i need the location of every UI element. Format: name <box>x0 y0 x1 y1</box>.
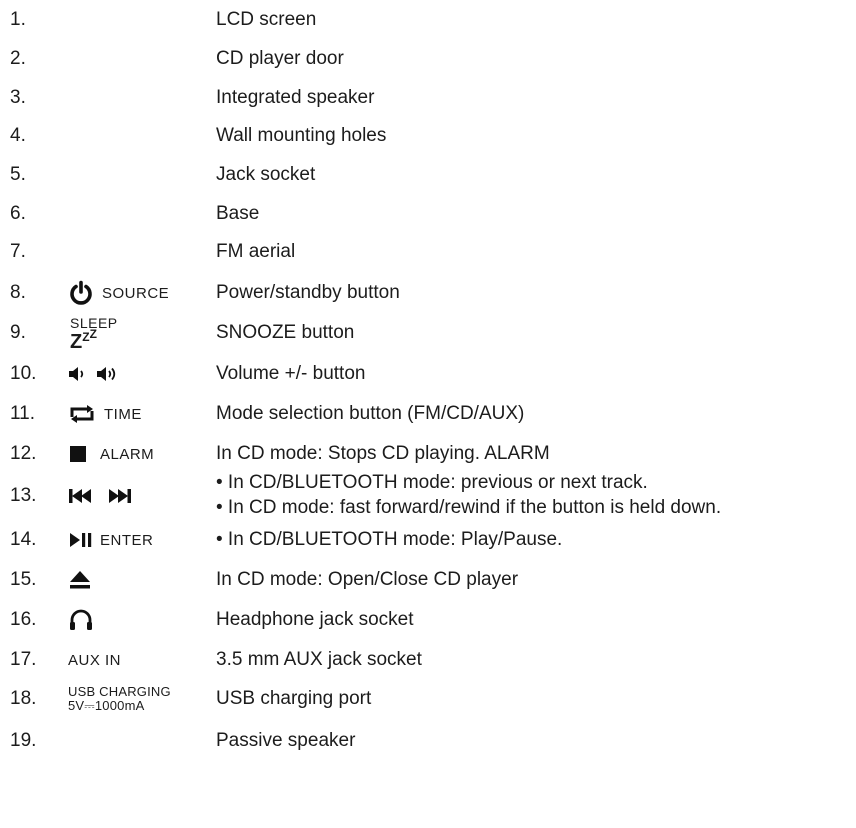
sleep-symbol: SLEEP ZZZ <box>68 313 158 353</box>
next-track-icon <box>109 489 131 503</box>
item-number: 9. <box>10 322 26 343</box>
list-item: 11. TIME Mode selection button (FM/CD/AU… <box>0 394 856 434</box>
zzz-icon: ZZZ <box>70 327 97 353</box>
item-number: 3. <box>10 87 26 108</box>
alarm-label: ALARM <box>100 445 155 463</box>
item-number: 12. <box>10 443 37 464</box>
list-item: 9. SLEEP ZZZ SNOOZE button <box>0 313 856 353</box>
item-description: USB charging port <box>216 688 372 709</box>
list-item: 17. AUX IN 3.5 mm AUX jack socket <box>0 640 856 680</box>
list-item: 14. ENTER • In CD/BLUETOOTH mode: Play/P… <box>0 520 856 560</box>
power-source-symbol: SOURCE <box>68 273 169 313</box>
item-description: 3.5 mm AUX jack socket <box>216 649 422 670</box>
item-number: 4. <box>10 125 26 146</box>
list-item: 2. CD player door <box>0 39 856 79</box>
eject-symbol <box>68 560 92 600</box>
item-description: Base <box>216 203 260 224</box>
list-item: 5. Jack socket <box>0 155 856 195</box>
list-item: 7. FM aerial <box>0 232 856 272</box>
skip-symbols <box>68 476 132 516</box>
item-number: 16. <box>10 609 37 630</box>
list-item: 10. Volume +/- button <box>0 354 856 394</box>
stop-icon <box>70 446 86 462</box>
item-number: 1. <box>10 9 26 30</box>
source-label: SOURCE <box>102 284 170 302</box>
item-number: 14. <box>10 529 37 550</box>
item-description: SNOOZE button <box>216 322 355 343</box>
item-number: 6. <box>10 203 26 224</box>
list-item: 6. Base <box>0 194 856 234</box>
eject-icon <box>70 571 90 589</box>
item-number: 11. <box>10 403 36 424</box>
play-enter-symbol: ENTER <box>68 520 153 560</box>
power-icon <box>70 280 92 305</box>
item-description: Integrated speaker <box>216 87 375 108</box>
list-item: 16. Headphone jack socket <box>0 600 856 640</box>
list-item: 3. Integrated speaker <box>0 78 856 118</box>
item-description: Mode selection button (FM/CD/AUX) <box>216 403 525 424</box>
item-description: In CD mode: Stops CD playing. ALARM <box>216 443 550 464</box>
list-item: 8. SOURCE Power/standby button <box>0 273 856 313</box>
play-pause-icon <box>70 533 92 547</box>
item-description: Passive speaker <box>216 730 356 751</box>
previous-track-icon <box>69 489 91 503</box>
item-number: 19. <box>10 730 37 751</box>
item-description: • In CD/BLUETOOTH mode: previous or next… <box>216 472 722 518</box>
list-item: 18. USB CHARGING 5V⎓1000mA USB charging … <box>0 679 856 719</box>
item-description: Wall mounting holes <box>216 125 387 146</box>
item-number: 17. <box>10 649 37 670</box>
item-description: LCD screen <box>216 9 317 30</box>
usb-charging-symbol: USB CHARGING 5V⎓1000mA <box>68 679 171 719</box>
item-number: 5. <box>10 164 26 185</box>
mode-time-symbol: TIME <box>68 394 142 434</box>
volume-symbols <box>68 354 124 394</box>
headphone-icon <box>70 609 92 630</box>
aux-in-label: AUX IN <box>68 651 122 669</box>
list-item: 19. Passive speaker <box>0 721 856 761</box>
volume-up-icon <box>97 367 116 381</box>
list-item: 15. In CD mode: Open/Close CD player <box>0 560 856 600</box>
item-description: In CD mode: Open/Close CD player <box>216 569 519 590</box>
item-number: 7. <box>10 241 26 262</box>
volume-down-icon <box>69 367 84 381</box>
headphone-symbol <box>68 600 94 640</box>
item-description: Headphone jack socket <box>216 609 414 630</box>
item-number: 2. <box>10 48 26 69</box>
aux-in-symbol: AUX IN <box>68 640 121 680</box>
item-number: 10. <box>10 363 37 384</box>
item-description: Power/standby button <box>216 282 400 303</box>
list-item: 4. Wall mounting holes <box>0 116 856 156</box>
item-number: 13. <box>10 485 37 506</box>
list-item: 1. LCD screen <box>0 0 856 40</box>
enter-label: ENTER <box>100 531 154 549</box>
item-number: 8. <box>10 282 26 303</box>
item-description: CD player door <box>216 48 344 69</box>
item-description: • In CD/BLUETOOTH mode: Play/Pause. <box>216 529 563 550</box>
list-item: 13. • In CD/BLUETOOTH mode: previous or … <box>0 468 856 524</box>
item-description: FM aerial <box>216 241 296 262</box>
item-number: 18. <box>10 688 37 709</box>
item-description: Volume +/- button <box>216 363 366 384</box>
usb-charging-label: USB CHARGING 5V⎓1000mA <box>68 684 171 713</box>
time-label: TIME <box>104 405 142 423</box>
item-description: Jack socket <box>216 164 316 185</box>
repeat-icon <box>70 405 94 423</box>
item-number: 15. <box>10 569 37 590</box>
